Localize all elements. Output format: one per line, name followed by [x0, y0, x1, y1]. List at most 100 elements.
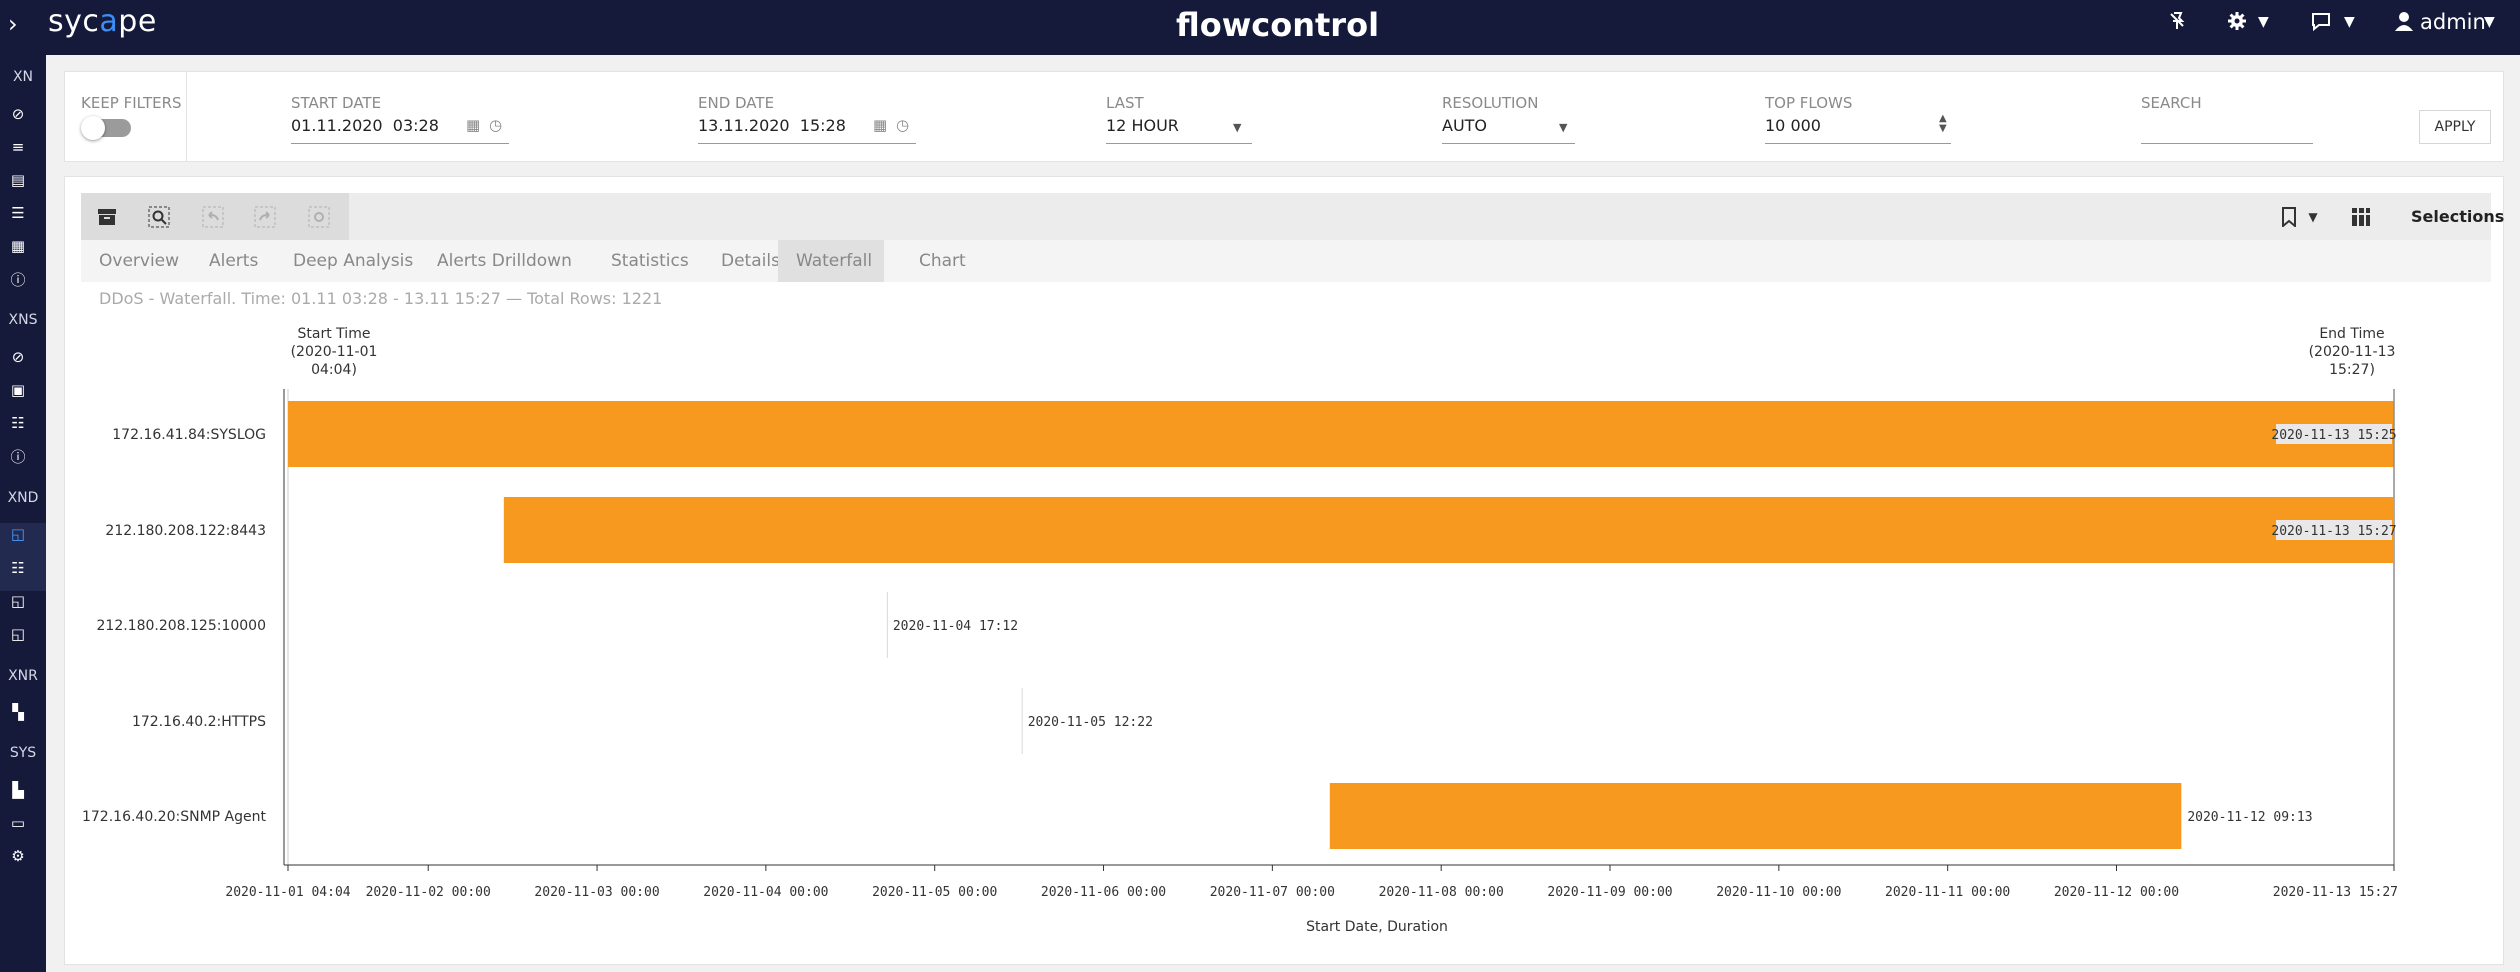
- end-time-header: End Time: [2319, 326, 2384, 342]
- last-label: LAST: [1106, 94, 1144, 112]
- x-tick-label: 2020-11-11 00:00: [1885, 885, 2010, 900]
- end-date-underline: [698, 143, 916, 144]
- end-date-field[interactable]: 13.11.2020 15:28: [698, 116, 846, 135]
- chat-dropdown-chevron-icon[interactable]: ▼: [2344, 14, 2355, 30]
- top-flows-stepper[interactable]: 10 000: [1765, 116, 1821, 135]
- start-date-underline: [291, 143, 509, 144]
- divider: [186, 72, 187, 161]
- chevron-down-icon[interactable]: ▼: [2484, 14, 2495, 30]
- app-logo[interactable]: sycape: [48, 4, 157, 39]
- top-flows-underline: [1765, 143, 1951, 144]
- x-tick-label: 2020-11-05 00:00: [872, 885, 997, 900]
- x-tick-label: 2020-11-12 00:00: [2054, 885, 2179, 900]
- sidebar-section-xn: XN: [12, 69, 34, 85]
- rows-icon[interactable]: ☰: [9, 204, 27, 222]
- pin-off-icon[interactable]: [2166, 10, 2188, 38]
- xnd-list-icon[interactable]: ☷: [9, 559, 27, 577]
- toolbar-left-group: [81, 193, 349, 240]
- start-time-header: (2020-11-01: [291, 344, 378, 360]
- keep-filters-toggle[interactable]: [81, 116, 131, 140]
- sys-panel-icon[interactable]: ▙: [9, 781, 27, 799]
- app-title: flowcontrol: [1176, 6, 1380, 44]
- row-label: 172.16.41.84:SYSLOG: [112, 427, 266, 443]
- undo-icon[interactable]: [199, 203, 227, 231]
- x-tick-label: 2020-11-07 00:00: [1210, 885, 1335, 900]
- tab-alerts[interactable]: Alerts: [191, 240, 276, 282]
- waterfall-bar: [1329, 783, 2182, 849]
- x-tick-label: 2020-11-01 04:04: [225, 885, 350, 900]
- user-name[interactable]: admin: [2420, 10, 2486, 34]
- chevron-down-icon[interactable]: ▼: [1233, 121, 1241, 134]
- x-tick-label: 2020-11-09 00:00: [1547, 885, 1672, 900]
- clock-icon[interactable]: ◷: [489, 116, 502, 134]
- tab-overview[interactable]: Overview: [81, 240, 197, 282]
- chat-icon[interactable]: [2310, 10, 2332, 38]
- sys-monitor-icon[interactable]: ▭: [9, 814, 27, 832]
- end-time-header: (2020-11-13: [2309, 344, 2396, 360]
- tab-deep-analysis[interactable]: Deep Analysis: [275, 240, 431, 282]
- gear-icon[interactable]: [2226, 10, 2248, 38]
- sidebar-section-sys: SYS: [9, 745, 37, 761]
- start-date-field[interactable]: 01.11.2020 03:28: [291, 116, 439, 135]
- xns-dashboard-icon[interactable]: ⊘: [9, 348, 27, 366]
- alert-icon[interactable]: ⓘ: [9, 270, 27, 289]
- last-select[interactable]: 12 HOUR: [1106, 116, 1179, 135]
- sidebar-section-xnr: XNR: [8, 668, 38, 684]
- tab-bar: Overview Alerts Deep Analysis Alerts Dri…: [81, 240, 2491, 282]
- xnd-copy-icon[interactable]: ◱: [9, 592, 27, 610]
- xns-list-icon[interactable]: ☷: [9, 414, 27, 432]
- tab-waterfall[interactable]: Waterfall: [778, 240, 884, 282]
- filter-bar: KEEP FILTERS START DATE 01.11.2020 03:28…: [64, 71, 2504, 162]
- xns-alert-icon[interactable]: ⓘ: [9, 447, 27, 466]
- start-date-label: START DATE: [291, 94, 382, 112]
- waterfall-chart: Start Time (2020-11-01 04:04) End Time (2020…: [82, 326, 2398, 935]
- redo-icon[interactable]: [251, 203, 279, 231]
- xnd-waterfall-icon[interactable]: ◱: [9, 525, 27, 543]
- row-label: 172.16.40.2:HTTPS: [132, 714, 266, 730]
- x-axis-title: Start Date, Duration: [1306, 919, 1448, 935]
- chevron-down-icon[interactable]: ▼: [1559, 121, 1567, 134]
- waterfall-bar: [886, 592, 888, 658]
- user-icon[interactable]: [2394, 10, 2414, 38]
- tab-chart[interactable]: Chart: [901, 240, 984, 282]
- selections-button[interactable]: Selections: [2411, 207, 2504, 226]
- settings-dropdown-chevron-icon[interactable]: ▼: [2258, 14, 2269, 30]
- grid-icon[interactable]: [2347, 203, 2375, 231]
- waterfall-bar: [503, 497, 2394, 563]
- sys-settings-icon[interactable]: ⚙: [9, 847, 27, 865]
- apply-button[interactable]: APPLY: [2419, 110, 2491, 144]
- resolution-select[interactable]: AUTO: [1442, 116, 1487, 135]
- tab-statistics[interactable]: Statistics: [593, 240, 707, 282]
- dashboard-icon[interactable]: ⊘: [9, 105, 27, 123]
- archive-icon[interactable]: [93, 203, 121, 231]
- top-flows-label: TOP FLOWS: [1765, 94, 1853, 112]
- xns-chart-icon[interactable]: ▣: [9, 381, 27, 399]
- calendar-icon[interactable]: ▦: [873, 116, 887, 134]
- x-tick-label: 2020-11-10 00:00: [1716, 885, 1841, 900]
- tab-alerts-drilldown[interactable]: Alerts Drilldown: [419, 240, 590, 282]
- x-tick-label: 2020-11-13 15:27: [2273, 885, 2398, 900]
- toggle-knob: [81, 116, 105, 140]
- stepper-arrows-icon[interactable]: ▲ ▼: [1939, 114, 1947, 134]
- sidebar-section-xnd: XND: [7, 490, 39, 506]
- bar-end-label: 2020-11-04 17:12: [893, 619, 1018, 634]
- xnr-grid-icon[interactable]: ▚: [9, 703, 27, 721]
- settings-icon[interactable]: [305, 203, 333, 231]
- calendar-icon[interactable]: ▦: [466, 116, 480, 134]
- stack-icon[interactable]: ▤: [9, 171, 27, 189]
- x-tick-label: 2020-11-03 00:00: [534, 885, 659, 900]
- x-tick-label: 2020-11-06 00:00: [1041, 885, 1166, 900]
- keep-filters-label: KEEP FILTERS: [81, 94, 182, 112]
- zoom-search-icon[interactable]: [145, 203, 173, 231]
- bookmark-chevron-icon[interactable]: ▼: [2299, 203, 2327, 231]
- list-lines-icon[interactable]: ≡: [9, 138, 27, 156]
- sidebar-expand-icon[interactable]: ›: [8, 10, 18, 38]
- clock-icon[interactable]: ◷: [896, 116, 909, 134]
- calendar-icon[interactable]: ▦: [9, 237, 27, 255]
- main-panel: ▼ Selections Overview Alerts Deep Analys…: [64, 176, 2504, 965]
- end-time-header: 15:27): [2329, 362, 2375, 378]
- top-navigation-bar: › sycape flowcontrol ▼ ▼ admin ▼: [0, 0, 2520, 55]
- sidebar: XN ⊘ ≡ ▤ ☰ ▦ ⓘ XNS ⊘ ▣ ☷ ⓘ XND ◱ ☷ ◱ ◱ X…: [0, 55, 46, 972]
- search-label: SEARCH: [2141, 94, 2202, 112]
- xnd-copy2-icon[interactable]: ◱: [9, 625, 27, 643]
